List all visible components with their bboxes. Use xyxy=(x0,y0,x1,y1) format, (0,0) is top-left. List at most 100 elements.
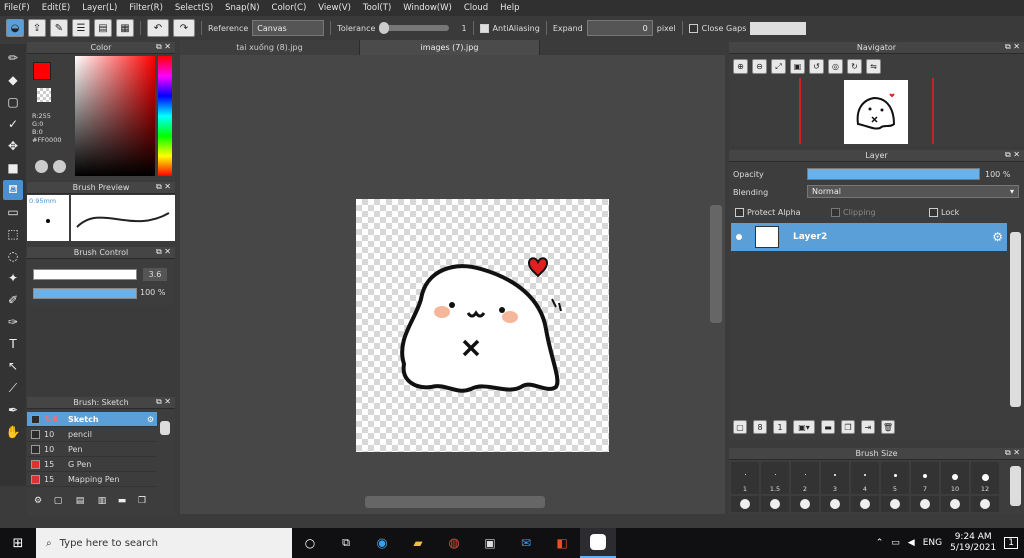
rotate-right-icon[interactable]: ↻ xyxy=(847,59,862,74)
reference-select[interactable]: Canvas xyxy=(252,20,325,36)
brush-size-cell[interactable]: 1.5 xyxy=(761,462,789,494)
clock[interactable]: 9:24 AM 5/19/2021 xyxy=(950,532,996,554)
comment-icon[interactable]: ✎ xyxy=(50,19,68,37)
task-view-icon[interactable]: ⧉ xyxy=(328,536,364,550)
copy-brush-icon[interactable]: ▤ xyxy=(71,494,89,508)
brush-list-item[interactable]: 10 Pen xyxy=(27,442,157,457)
zoom-in-icon[interactable]: ⊕ xyxy=(733,59,748,74)
divide-tool-icon[interactable]: ⟋ xyxy=(3,378,23,398)
layers-icon[interactable]: ▦ xyxy=(116,19,134,37)
menu-select[interactable]: Select(S) xyxy=(175,3,213,13)
layer-opacity-slider[interactable] xyxy=(807,168,980,180)
flip-icon[interactable]: ⇋ xyxy=(866,59,881,74)
undo-icon[interactable]: ↶ xyxy=(147,19,169,37)
list-icon[interactable]: ☰ xyxy=(72,19,90,37)
folder-icon[interactable]: ▬ xyxy=(115,494,129,508)
expand-input[interactable]: 0 xyxy=(586,20,653,36)
close-gaps-checkbox[interactable] xyxy=(688,23,698,33)
fill-mode-icon[interactable]: ◒ xyxy=(6,19,24,37)
eyedropper-tool-icon[interactable]: ✒ xyxy=(3,400,23,420)
duplicate-icon[interactable]: ❐ xyxy=(135,494,149,508)
notification-icon[interactable]: 1 xyxy=(1004,537,1018,549)
brush-list-item[interactable]: 15 Mapping Pen xyxy=(27,472,157,487)
actual-size-icon[interactable]: ▣ xyxy=(790,59,805,74)
menu-view[interactable]: View(V) xyxy=(318,3,351,13)
menu-tool[interactable]: Tool(T) xyxy=(363,3,391,13)
protect-alpha-checkbox[interactable] xyxy=(735,208,744,217)
panel-close-icon[interactable]: ⧉ ✕ xyxy=(156,397,171,407)
magic-wand-tool-icon[interactable]: ✦ xyxy=(3,268,23,288)
zoom-out-icon[interactable]: ⊖ xyxy=(752,59,767,74)
brush-list-item[interactable]: 15 G Pen xyxy=(27,457,157,472)
brush-size-cell[interactable] xyxy=(881,496,909,512)
cortana-icon[interactable]: ○ xyxy=(292,536,328,550)
lock-option[interactable]: Lock xyxy=(929,208,959,217)
brush-size-cell[interactable]: 4 xyxy=(851,462,879,494)
delete-layer-icon[interactable]: 🗑 xyxy=(881,420,895,434)
secondary-color-swatch[interactable] xyxy=(37,88,51,102)
new-brush-icon[interactable]: ▢ xyxy=(51,494,65,508)
panel-close-icon[interactable]: ⧉ ✕ xyxy=(156,182,171,192)
menu-color[interactable]: Color(C) xyxy=(272,3,307,13)
redo-icon[interactable]: ↷ xyxy=(173,19,195,37)
brush-size-cell[interactable]: 2 xyxy=(791,462,819,494)
menu-filter[interactable]: Filter(R) xyxy=(129,3,163,13)
tab-document-1[interactable]: tai xuống (8).jpg xyxy=(180,40,360,55)
brush-size-slider[interactable] xyxy=(33,269,137,280)
brush-size-cell[interactable] xyxy=(791,496,819,512)
panel-close-icon[interactable]: ⧉ ✕ xyxy=(156,247,171,257)
check-tool-icon[interactable]: ✓ xyxy=(3,114,23,134)
brush-size-cell[interactable]: 10 xyxy=(941,462,969,494)
windows-start-icon[interactable]: ⊞ xyxy=(0,536,36,551)
select-rect-tool-icon[interactable]: ▢ xyxy=(3,92,23,112)
layer-visibility-icon[interactable] xyxy=(736,234,742,240)
color-sv-picker[interactable] xyxy=(75,56,155,176)
edge-icon[interactable]: ◉ xyxy=(364,536,400,551)
file-explorer-icon[interactable]: ▰ xyxy=(400,536,436,550)
brush-size-cell[interactable]: 3 xyxy=(821,462,849,494)
brush-size-cell[interactable] xyxy=(911,496,939,512)
merge-layer-icon[interactable]: ⇥ xyxy=(861,420,875,434)
medibang-icon[interactable] xyxy=(580,528,616,558)
brush-size-cell[interactable]: 12 xyxy=(971,462,999,494)
lock-checkbox[interactable] xyxy=(929,208,938,217)
brush-size-cell[interactable]: 1 xyxy=(731,462,759,494)
menu-file[interactable]: File(F) xyxy=(4,3,30,13)
brush-size-value[interactable]: 3.6 xyxy=(143,268,167,281)
brush-list-scrollbar[interactable] xyxy=(160,421,170,435)
gear-icon[interactable]: ⚙ xyxy=(147,415,154,424)
lasso-tool-icon[interactable]: ◌ xyxy=(3,246,23,266)
brush-size-cell[interactable] xyxy=(941,496,969,512)
brush-opacity-slider[interactable] xyxy=(33,288,137,299)
panel-close-icon[interactable]: ⧉ ✕ xyxy=(156,42,171,52)
panel-close-icon[interactable]: ⧉ ✕ xyxy=(1005,150,1020,160)
antialiasing-checkbox[interactable] xyxy=(479,23,489,33)
brush-size-cell[interactable]: 5 xyxy=(881,462,909,494)
add-layer-menu-icon[interactable]: ▣▾ xyxy=(793,420,815,434)
gear-icon[interactable]: ⚙ xyxy=(992,230,1003,244)
clipping-checkbox[interactable] xyxy=(831,208,840,217)
panel-close-icon[interactable]: ⧉ ✕ xyxy=(1005,42,1020,52)
menu-edit[interactable]: Edit(E) xyxy=(42,3,70,13)
tolerance-slider-thumb[interactable] xyxy=(379,22,390,34)
move-tool-icon[interactable]: ✥ xyxy=(3,136,23,156)
chrome-icon[interactable]: ◍ xyxy=(436,536,472,551)
canvas-horizontal-scrollbar[interactable] xyxy=(365,496,545,508)
rotate-left-icon[interactable]: ↺ xyxy=(809,59,824,74)
menu-snap[interactable]: Snap(N) xyxy=(225,3,259,13)
primary-color-swatch[interactable] xyxy=(33,62,51,80)
chevron-up-icon[interactable]: ⌃ xyxy=(876,538,884,548)
navigator-thumbnail[interactable] xyxy=(844,80,908,144)
layer-scrollbar[interactable] xyxy=(1010,232,1021,407)
bucket-tool-icon[interactable]: ⛾ xyxy=(3,180,23,200)
operation-tool-icon[interactable]: ↖ xyxy=(3,356,23,376)
tolerance-slider[interactable] xyxy=(379,22,450,34)
blending-select[interactable]: Normal ▾ xyxy=(807,185,1019,198)
brush-tool-icon[interactable]: ✏ xyxy=(3,48,23,68)
eraser-tool-icon[interactable]: ◆ xyxy=(3,70,23,90)
fit-icon[interactable]: ⤢ xyxy=(771,59,786,74)
fill-rect-tool-icon[interactable]: ■ xyxy=(3,158,23,178)
grid-icon[interactable]: ▤ xyxy=(94,19,112,37)
menu-cloud[interactable]: Cloud xyxy=(464,3,488,13)
brush-size-cell[interactable] xyxy=(821,496,849,512)
